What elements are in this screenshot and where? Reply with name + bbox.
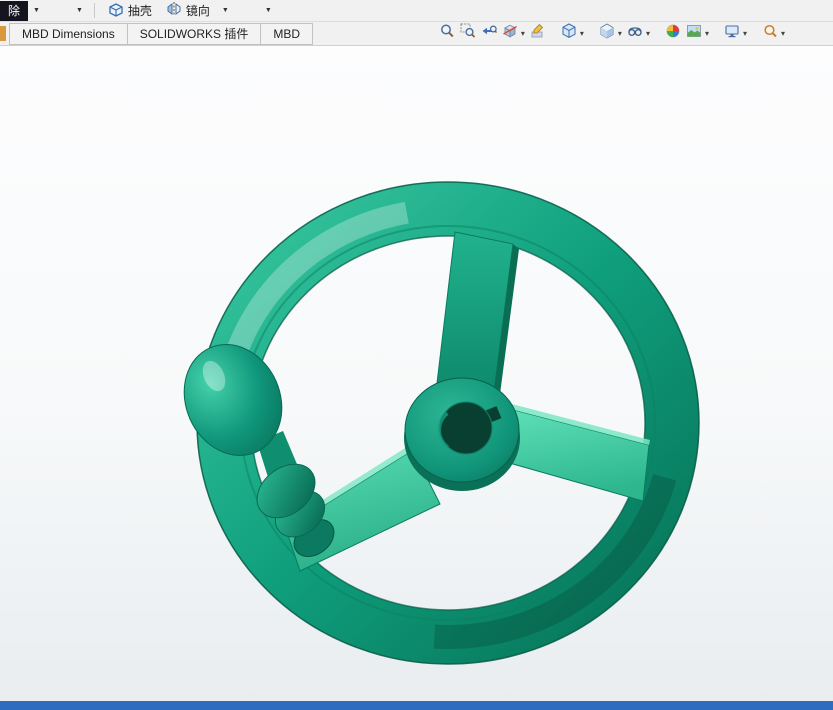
zoom-to-fit-button[interactable] <box>437 22 457 45</box>
section-view-caret[interactable]: ▾ <box>521 29 525 38</box>
hide-show-items-icon <box>627 23 643 44</box>
view-orientation-caret[interactable]: ▾ <box>580 29 584 38</box>
zoom-to-area-button[interactable] <box>458 22 478 45</box>
cropped-icon <box>0 26 6 41</box>
hide-show-items-button[interactable] <box>625 22 645 45</box>
section-view-icon <box>502 23 518 44</box>
toolbar-dropdown-caret-3[interactable]: ▼ <box>260 7 277 14</box>
view-settings-caret[interactable]: ▾ <box>743 29 747 38</box>
status-bar <box>0 701 833 710</box>
shell-button-label: 抽壳 <box>128 2 152 19</box>
mirror-button[interactable]: 镜向 <box>159 1 217 21</box>
apply-scene-button[interactable] <box>684 22 704 45</box>
mirror-icon <box>166 1 182 20</box>
delete-button[interactable]: 除 <box>0 1 28 21</box>
handwheel-model[interactable] <box>0 46 833 701</box>
zoom-to-fit-icon <box>439 23 455 44</box>
zoom-to-area-icon <box>460 23 476 44</box>
shell-icon <box>108 1 124 20</box>
tab-label: MBD <box>273 27 300 41</box>
spoke-right[interactable] <box>506 403 650 501</box>
previous-view-icon <box>481 23 497 44</box>
previous-view-button[interactable] <box>479 22 499 45</box>
pan-zoom-icon <box>762 23 778 44</box>
3d-drawing-view-button[interactable] <box>528 22 548 45</box>
commandmanager-tab-row: MBD Dimensions SOLIDWORKS 插件 MBD <box>0 22 833 46</box>
view-settings-button[interactable] <box>722 22 742 45</box>
pan-zoom-caret[interactable]: ▾ <box>781 29 785 38</box>
tab-solidworks-addins[interactable]: SOLIDWORKS 插件 <box>128 23 262 45</box>
apply-scene-caret[interactable]: ▾ <box>705 29 709 38</box>
pan-zoom-button[interactable] <box>760 22 780 45</box>
spoke-upper[interactable] <box>437 232 519 394</box>
view-orientation-button[interactable] <box>559 22 579 45</box>
display-style-icon <box>599 23 615 44</box>
delete-button-label: 除 <box>8 2 20 19</box>
tab-label: SOLIDWORKS 插件 <box>140 27 249 41</box>
hide-show-items-caret[interactable]: ▾ <box>646 29 650 38</box>
tab-label: MBD Dimensions <box>22 27 115 41</box>
heads-up-view-toolbar: ▾ ▾ <box>437 22 787 45</box>
section-view-button[interactable] <box>500 22 520 45</box>
tab-mbd[interactable]: MBD <box>261 23 313 45</box>
edit-appearance-button[interactable] <box>663 22 683 45</box>
command-toolbar: 除 ▼ ▼ 抽壳 镜向 ▼ ▼ <box>0 0 833 22</box>
shell-button[interactable]: 抽壳 <box>101 1 159 21</box>
view-orientation-icon <box>561 23 577 44</box>
tab-mbd-dimensions[interactable]: MBD Dimensions <box>9 23 128 45</box>
edit-appearance-icon <box>665 23 681 44</box>
apply-scene-icon <box>686 23 702 44</box>
delete-dropdown-caret[interactable]: ▼ <box>28 7 45 14</box>
display-style-button[interactable] <box>597 22 617 45</box>
display-style-caret[interactable]: ▾ <box>618 29 622 38</box>
view-settings-icon <box>724 23 740 44</box>
graphics-area[interactable] <box>0 46 833 701</box>
mirror-button-label: 镜向 <box>186 2 210 19</box>
toolbar-dropdown-caret-2[interactable]: ▼ <box>217 7 234 14</box>
toolbar-dropdown-caret-1[interactable]: ▼ <box>71 7 88 14</box>
hub[interactable] <box>404 378 520 491</box>
3d-drawing-view-icon <box>530 23 546 44</box>
